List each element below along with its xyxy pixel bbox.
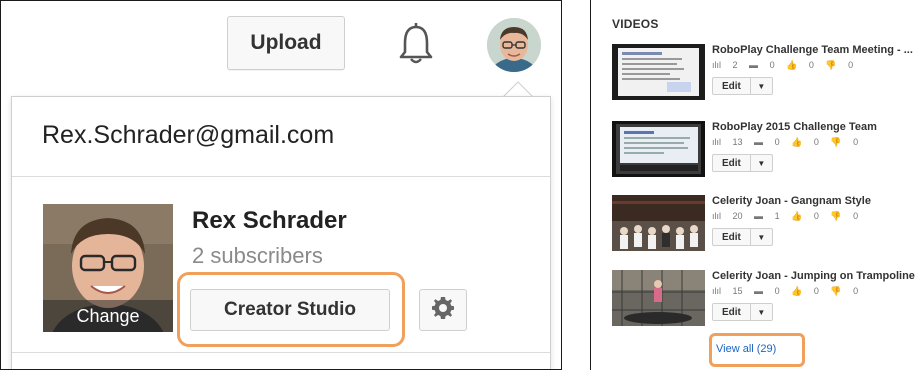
view-count: 15: [732, 286, 743, 296]
chevron-down-icon[interactable]: ▼: [750, 303, 773, 321]
like-icon: 👍: [791, 286, 805, 296]
edit-button[interactable]: Edit: [712, 77, 751, 95]
video-stats: ılıl 13 ▬ 0 👍 0 👎 0: [712, 137, 867, 148]
dislike-icon: 👎: [825, 60, 840, 70]
account-dropdown: Rex.Schrader@gmail.com Change Rex Schrad…: [11, 96, 551, 369]
chevron-down-icon[interactable]: ▼: [750, 77, 773, 95]
like-icon: 👍: [791, 137, 805, 147]
videos-heading: VIDEOS: [612, 17, 659, 31]
channel-name: Rex Schrader: [192, 207, 347, 234]
comment-icon: ▬: [754, 286, 766, 296]
comment-count: 0: [774, 137, 780, 147]
account-menu-panel: Upload Rex.Schrader@gmail.com Change Rex…: [0, 0, 562, 370]
video-stats: ılıl 20 ▬ 1 👍 0 👎 0: [712, 211, 867, 222]
video-title[interactable]: RoboPlay Challenge Team Meeting - ...: [712, 44, 913, 56]
edit-button[interactable]: Edit: [712, 154, 751, 172]
view-all-link[interactable]: View all (29): [716, 343, 776, 355]
like-icon: 👍: [786, 60, 800, 70]
videos-panel: VIDEOS RoboPlay Challenge Team Meeting -…: [590, 0, 915, 370]
views-icon: ılıl: [712, 211, 724, 221]
dislike-count: 0: [853, 137, 859, 147]
edit-control: Edit ▼: [712, 303, 773, 321]
video-stats: ılıl 15 ▬ 0 👍 0 👎 0: [712, 286, 867, 297]
comment-icon: ▬: [754, 211, 766, 221]
video-thumbnail[interactable]: [612, 121, 705, 177]
video-stats: ılıl 2 ▬ 0 👍 0 👎 0: [712, 60, 862, 71]
dislike-icon: 👎: [830, 137, 845, 147]
like-icon: 👍: [791, 211, 805, 221]
comment-count: 0: [774, 286, 780, 296]
video-title[interactable]: Celerity Joan - Gangnam Style: [712, 195, 871, 207]
comment-count: 0: [769, 60, 775, 70]
settings-button[interactable]: [419, 289, 467, 331]
change-photo-label[interactable]: Change: [43, 300, 173, 332]
dropdown-caret: [502, 81, 534, 98]
top-bar: Upload: [1, 1, 561, 97]
comment-count: 1: [774, 211, 780, 221]
views-icon: ılıl: [712, 60, 724, 70]
chevron-down-icon[interactable]: ▼: [750, 154, 773, 172]
dislike-count: 0: [853, 211, 859, 221]
video-title[interactable]: Celerity Joan - Jumping on Trampoline: [712, 270, 915, 282]
edit-button[interactable]: Edit: [712, 303, 751, 321]
view-count: 20: [732, 211, 743, 221]
dislike-icon: 👎: [830, 286, 845, 296]
edit-control: Edit ▼: [712, 154, 773, 172]
video-item: Celerity Joan - Gangnam Style ılıl 20 ▬ …: [612, 195, 912, 257]
divider: [12, 176, 550, 177]
channel-photo[interactable]: Change: [43, 204, 173, 332]
gear-icon: [431, 296, 455, 325]
view-count: 13: [732, 137, 743, 147]
comment-icon: ▬: [754, 137, 766, 147]
upload-button[interactable]: Upload: [227, 16, 345, 70]
video-thumbnail[interactable]: [612, 270, 705, 326]
edit-button[interactable]: Edit: [712, 228, 751, 246]
dislike-icon: 👎: [830, 211, 845, 221]
account-email: Rex.Schrader@gmail.com: [42, 121, 335, 149]
edit-control: Edit ▼: [712, 228, 773, 246]
divider: [12, 352, 550, 353]
dislike-count: 0: [848, 60, 854, 70]
edit-control: Edit ▼: [712, 77, 773, 95]
dislike-count: 0: [853, 286, 859, 296]
video-item: RoboPlay Challenge Team Meeting - ... ıl…: [612, 44, 913, 106]
views-icon: ılıl: [712, 286, 724, 296]
video-thumbnail[interactable]: [612, 195, 705, 251]
views-icon: ılıl: [712, 137, 724, 147]
chevron-down-icon[interactable]: ▼: [750, 228, 773, 246]
creator-studio-button[interactable]: Creator Studio: [190, 289, 390, 331]
video-item: Celerity Joan - Jumping on Trampoline ıl…: [612, 270, 915, 332]
like-count: 0: [808, 60, 814, 70]
video-title[interactable]: RoboPlay 2015 Challenge Team: [712, 121, 877, 133]
subscriber-count: 2 subscribers: [192, 243, 323, 268]
view-count: 2: [732, 60, 738, 70]
like-count: 0: [813, 137, 819, 147]
video-thumbnail[interactable]: [612, 44, 705, 100]
like-count: 0: [813, 211, 819, 221]
bell-icon[interactable]: [396, 21, 436, 67]
video-item: RoboPlay 2015 Challenge Team ılıl 13 ▬ 0…: [612, 121, 912, 183]
like-count: 0: [813, 286, 819, 296]
comment-icon: ▬: [749, 60, 761, 70]
avatar[interactable]: [487, 18, 541, 72]
